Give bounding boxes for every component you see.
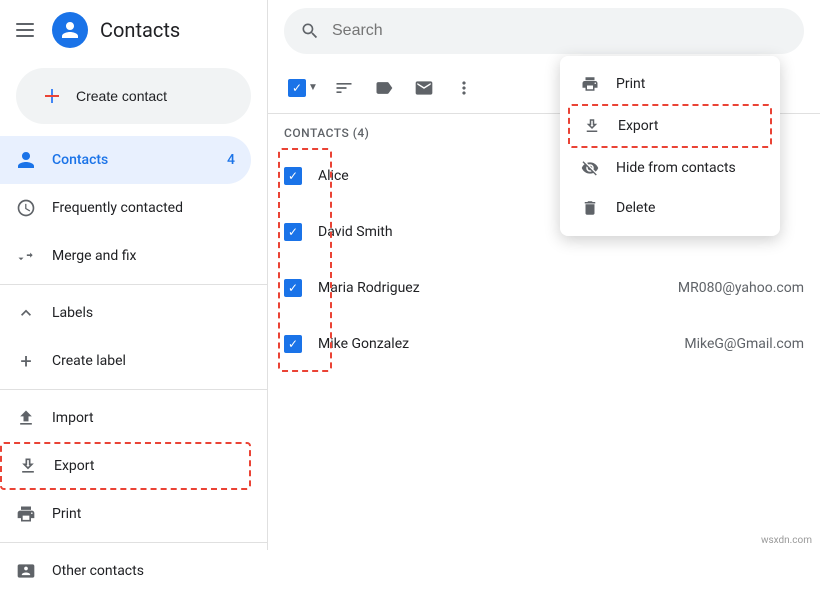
clock-icon [16,198,36,218]
sidebar-item-merge-fix[interactable]: Merge and fix [0,232,251,280]
sidebar-item-print[interactable]: Print [0,490,251,538]
labels-header-label: Labels [52,305,93,321]
sidebar-merge-label: Merge and fix [52,248,136,264]
print-menu-icon [580,74,600,94]
nav-divider-2 [0,389,267,390]
menu-item-delete[interactable]: Delete [560,188,780,228]
sidebar-item-contacts[interactable]: Contacts 4 [0,136,251,184]
contact-email: MR080@yahoo.com [678,280,804,296]
contacts-badge: 4 [227,152,235,168]
nav-divider-1 [0,284,267,285]
merge-icon [16,246,36,266]
import-label: Import [52,410,94,426]
sidebar-labels-section[interactable]: Labels [0,289,267,337]
app-title: Contacts [100,18,180,42]
sidebar-item-create-label[interactable]: + Create label [0,337,251,385]
menu-item-hide[interactable]: Hide from contacts [560,148,780,188]
menu-item-print[interactable]: Print [560,64,780,104]
email-button[interactable] [406,70,442,106]
hide-menu-label: Hide from contacts [616,160,736,176]
contact-checkbox[interactable]: ✓ [284,335,302,353]
contact-name: Mike Gonzalez [318,336,684,352]
select-all-checkbox: ✓ [288,79,306,97]
export-icon [18,456,38,476]
nav-divider-3 [0,542,267,543]
more-options-dropdown: Print Export Hide from contacts [560,56,780,236]
more-options-button[interactable] [446,70,482,106]
sort-button[interactable] [326,70,362,106]
export-label: Export [54,458,94,474]
contact-row[interactable]: ✓ Maria Rodriguez MR080@yahoo.com [268,260,820,316]
create-label-label: Create label [52,353,126,369]
plus-icon [40,84,64,108]
print-label: Print [52,506,81,522]
sidebar-contacts-label: Contacts [52,152,108,168]
sidebar-item-other-contacts[interactable]: Other contacts [0,547,251,595]
create-contact-label: Create contact [76,88,167,104]
main-content: ✓ ▼ CONTACTS (4) [268,0,820,550]
import-icon [16,408,36,428]
sidebar-item-import[interactable]: Import [0,394,251,442]
label-button[interactable] [366,70,402,106]
contact-checkbox[interactable]: ✓ [284,223,302,241]
contact-checkbox[interactable]: ✓ [284,279,302,297]
sidebar-nav: Contacts 4 Frequently contacted Merge an… [0,136,267,595]
app-logo [52,12,88,48]
contact-name: Maria Rodriguez [318,280,678,296]
hamburger-menu-icon[interactable] [16,18,40,42]
contact-email: MikeG@Gmail.com [684,336,804,352]
sidebar: Contacts Create contact Contacts 4 [0,0,268,550]
menu-item-export[interactable]: Export [568,104,772,148]
export-menu-label: Export [618,118,658,134]
delete-menu-icon [580,198,600,218]
search-bar [284,8,804,54]
delete-menu-label: Delete [616,200,655,216]
contact-checkbox[interactable]: ✓ [284,167,302,185]
select-all-button[interactable]: ✓ ▼ [284,70,322,106]
contacts-icon [16,150,36,170]
other-contacts-label: Other contacts [52,563,144,579]
sidebar-frequently-contacted-label: Frequently contacted [52,200,183,216]
chevron-down-icon: ▼ [308,82,318,93]
chevron-up-icon [16,303,36,323]
watermark: wsxdn.com [761,535,812,546]
contact-row[interactable]: ✓ Mike Gonzalez MikeG@Gmail.com [268,316,820,372]
search-icon [300,21,320,41]
create-contact-button[interactable]: Create contact [16,68,251,124]
search-input[interactable] [332,22,788,40]
print-icon [16,504,36,524]
sidebar-item-frequently-contacted[interactable]: Frequently contacted [0,184,251,232]
sidebar-item-export[interactable]: Export [0,442,251,490]
export-menu-icon [582,116,602,136]
hide-menu-icon [580,158,600,178]
sidebar-header: Contacts [0,0,267,60]
other-contacts-icon [16,561,36,581]
add-icon: + [16,351,36,371]
print-menu-label: Print [616,76,645,92]
